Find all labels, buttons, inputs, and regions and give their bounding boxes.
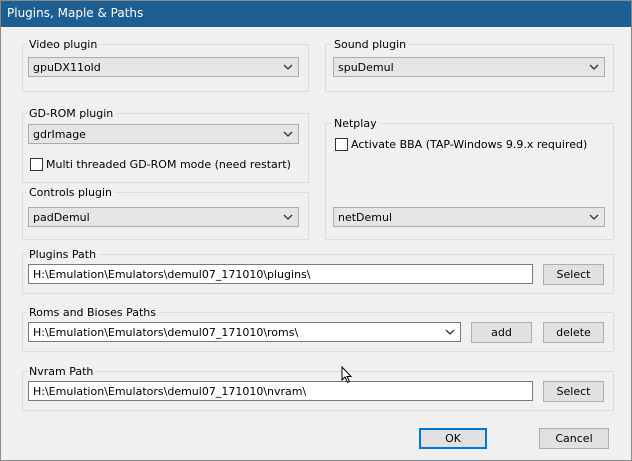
chevron-down-icon	[283, 131, 293, 137]
nvram-path-value: H:\Emulation\Emulators\demul07_171010\nv…	[33, 385, 307, 398]
netplay-plugin-value: netDemul	[338, 211, 393, 224]
plugins-dialog: Plugins, Maple & Paths Video plugin gpuD…	[0, 0, 632, 461]
netplay-plugin-select[interactable]: netDemul	[333, 207, 605, 227]
multithreaded-gdrom-label: Multi threaded GD-ROM mode (need restart…	[46, 158, 291, 171]
roms-add-button[interactable]: add	[471, 322, 532, 343]
chevron-down-icon	[283, 214, 293, 220]
roms-paths-value: H:\Emulation\Emulators\demul07_171010\ro…	[33, 326, 299, 339]
plugins-path-label: Plugins Path	[27, 248, 99, 261]
ok-button[interactable]: OK	[419, 428, 487, 449]
gdrom-plugin-value: gdrImage	[33, 128, 86, 141]
roms-paths-select[interactable]: H:\Emulation\Emulators\demul07_171010\ro…	[28, 322, 461, 342]
controls-plugin-label: Controls plugin	[27, 186, 115, 199]
multithreaded-gdrom-checkbox[interactable]	[30, 158, 43, 171]
netplay-label: Netplay	[332, 117, 379, 130]
gdrom-plugin-label: GD-ROM plugin	[27, 107, 116, 120]
nvram-path-label: Nvram Path	[27, 365, 96, 378]
chevron-down-icon	[445, 329, 455, 335]
activate-bba-checkbox[interactable]	[335, 138, 348, 151]
controls-plugin-value: padDemul	[33, 211, 90, 224]
plugins-path-input[interactable]: H:\Emulation\Emulators\demul07_171010\pl…	[28, 264, 533, 284]
video-plugin-label: Video plugin	[27, 38, 100, 51]
plugins-path-value: H:\Emulation\Emulators\demul07_171010\pl…	[33, 268, 311, 281]
video-plugin-select[interactable]: gpuDX11old	[28, 57, 299, 77]
plugins-path-select-button[interactable]: Select	[543, 264, 604, 285]
roms-paths-label: Roms and Bioses Paths	[27, 306, 158, 319]
title-bar[interactable]: Plugins, Maple & Paths	[1, 1, 631, 27]
chevron-down-icon	[589, 214, 599, 220]
controls-plugin-select[interactable]: padDemul	[28, 207, 299, 227]
sound-plugin-label: Sound plugin	[332, 38, 409, 51]
sound-plugin-select[interactable]: spuDemul	[333, 57, 605, 77]
sound-plugin-value: spuDemul	[338, 61, 394, 74]
nvram-path-select-button[interactable]: Select	[543, 381, 604, 402]
cancel-button[interactable]: Cancel	[539, 428, 609, 449]
mouse-pointer-icon	[341, 366, 353, 384]
activate-bba-label: Activate BBA (TAP-Windows 9.9.x required…	[351, 138, 588, 151]
window-title: Plugins, Maple & Paths	[7, 6, 144, 20]
chevron-down-icon	[589, 64, 599, 70]
chevron-down-icon	[283, 64, 293, 70]
video-plugin-value: gpuDX11old	[33, 61, 101, 74]
gdrom-plugin-select[interactable]: gdrImage	[28, 124, 299, 144]
nvram-path-input[interactable]: H:\Emulation\Emulators\demul07_171010\nv…	[28, 381, 533, 401]
roms-delete-button[interactable]: delete	[543, 322, 604, 343]
